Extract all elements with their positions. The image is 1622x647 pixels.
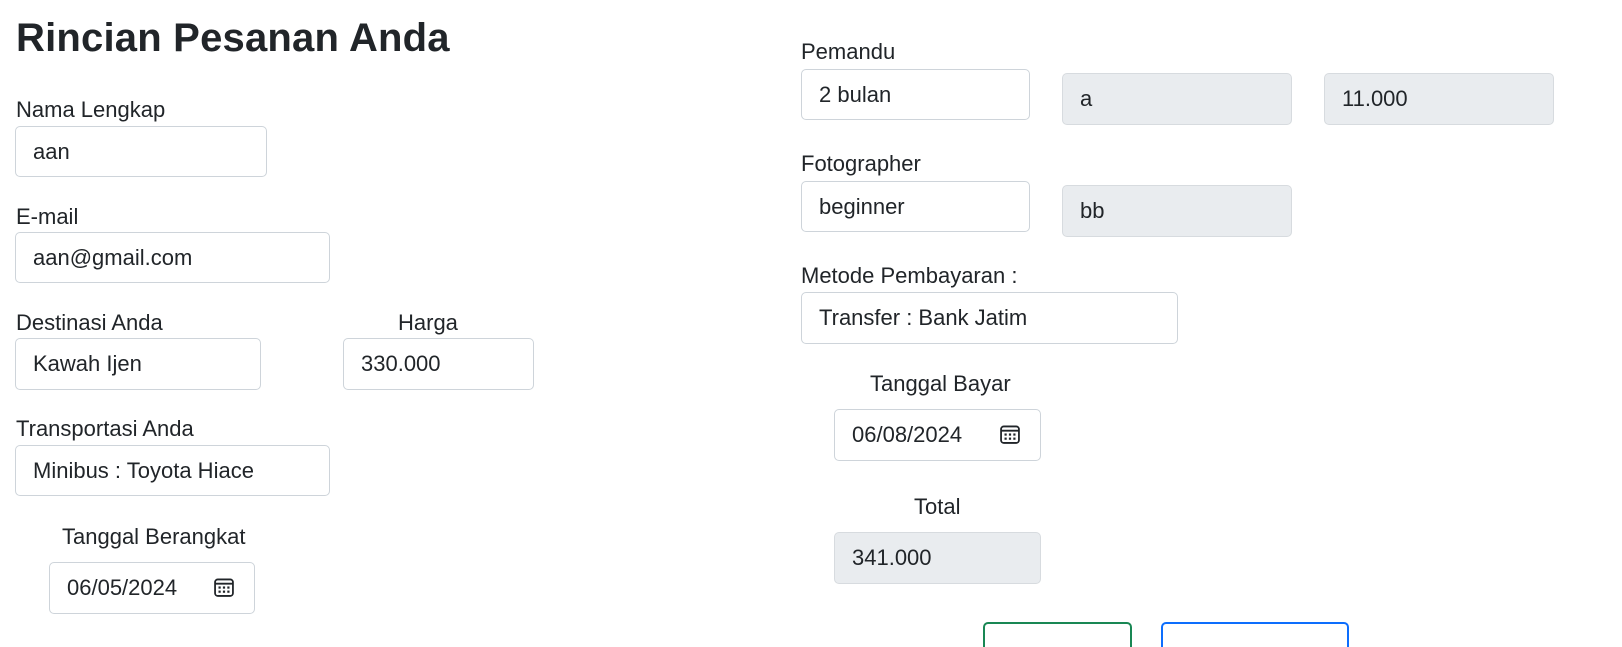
primary-action-button[interactable] (983, 622, 1132, 647)
payment-date-label: Tanggal Bayar (870, 371, 1011, 396)
transport-label: Transportasi Anda (16, 416, 194, 441)
payment-date-picker[interactable] (834, 409, 1041, 461)
email-field[interactable] (15, 232, 330, 283)
transport-field[interactable] (15, 445, 330, 496)
full-name-field[interactable] (15, 126, 267, 177)
guide-label: Pemandu (801, 39, 896, 64)
guide-price-field (1324, 73, 1554, 125)
price-label: Harga (398, 310, 458, 335)
calendar-icon[interactable] (999, 423, 1021, 445)
secondary-action-button[interactable] (1161, 622, 1349, 647)
calendar-icon[interactable] (213, 576, 235, 598)
payment-method-field[interactable] (801, 292, 1178, 344)
photographer-name-field (1062, 185, 1292, 237)
photographer-label: Fotographer (801, 151, 921, 176)
full-name-label: Nama Lengkap (16, 97, 166, 122)
total-label: Total (914, 494, 961, 519)
guide-name-field (1062, 73, 1292, 125)
email-label: E-mail (16, 204, 79, 229)
guide-duration-field[interactable] (801, 69, 1030, 120)
destination-field[interactable] (15, 338, 261, 390)
photographer-level-field[interactable] (801, 181, 1030, 232)
departure-date-picker[interactable] (49, 562, 255, 614)
page-title: Rincian Pesanan Anda (16, 16, 450, 60)
total-field (834, 532, 1041, 584)
departure-date-label: Tanggal Berangkat (62, 524, 246, 549)
destination-label: Destinasi Anda (16, 310, 163, 335)
payment-method-label: Metode Pembayaran : (801, 263, 1018, 288)
price-field[interactable] (343, 338, 534, 390)
